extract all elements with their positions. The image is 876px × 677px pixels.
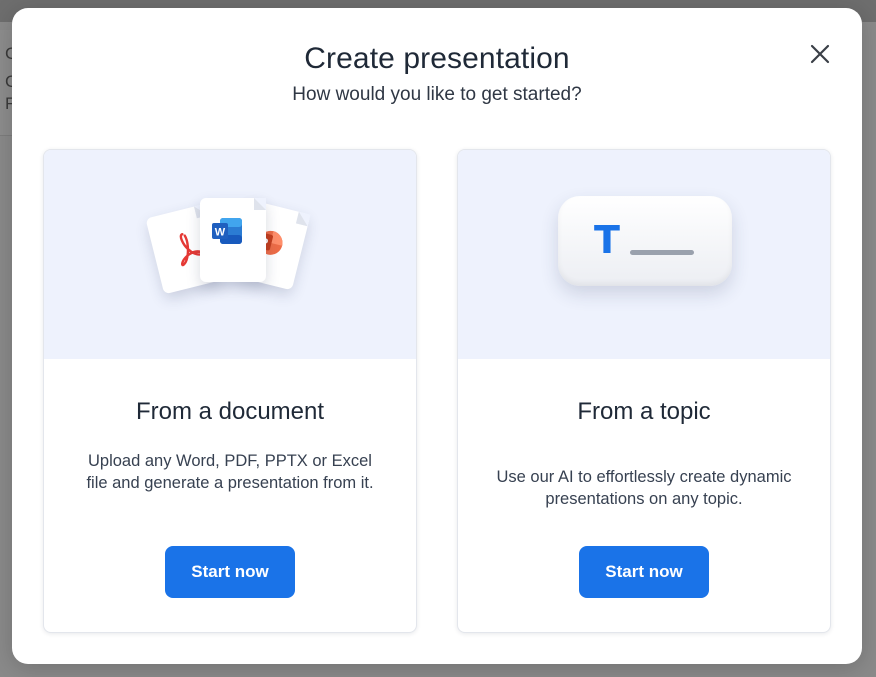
dialog-subtitle: How would you like to get started? <box>292 84 582 105</box>
option-description: Upload any Word, PDF, PPTX or Excel file… <box>86 452 374 492</box>
file-types-illustration: P W <box>145 196 311 296</box>
close-button[interactable] <box>808 42 832 66</box>
topic-illustration: T <box>458 150 830 359</box>
text-input-icon: T <box>558 196 732 286</box>
svg-text:W: W <box>215 227 226 239</box>
option-description: Use our AI to effortlessly create dynami… <box>496 468 792 508</box>
option-title: From a topic <box>577 398 711 425</box>
start-now-document-button[interactable]: Start now <box>165 546 295 598</box>
placeholder-line <box>630 250 694 255</box>
option-card-document[interactable]: P W From a document Upload any W <box>43 149 417 633</box>
dialog-title: Create presentation <box>304 42 570 75</box>
option-title: From a document <box>135 398 325 425</box>
close-icon <box>810 44 830 64</box>
text-cursor-letter: T <box>594 218 620 262</box>
option-card-topic[interactable]: T From a topic Use our AI to effortlessl… <box>457 149 831 633</box>
word-file: W <box>200 198 266 282</box>
start-now-topic-button[interactable]: Start now <box>579 546 709 598</box>
button-label: Start now <box>605 562 683 581</box>
document-illustration: P W <box>44 150 416 359</box>
create-presentation-dialog: Create presentation How would you like t… <box>12 8 862 664</box>
button-label: Start now <box>191 562 269 581</box>
word-icon: W <box>212 218 242 244</box>
